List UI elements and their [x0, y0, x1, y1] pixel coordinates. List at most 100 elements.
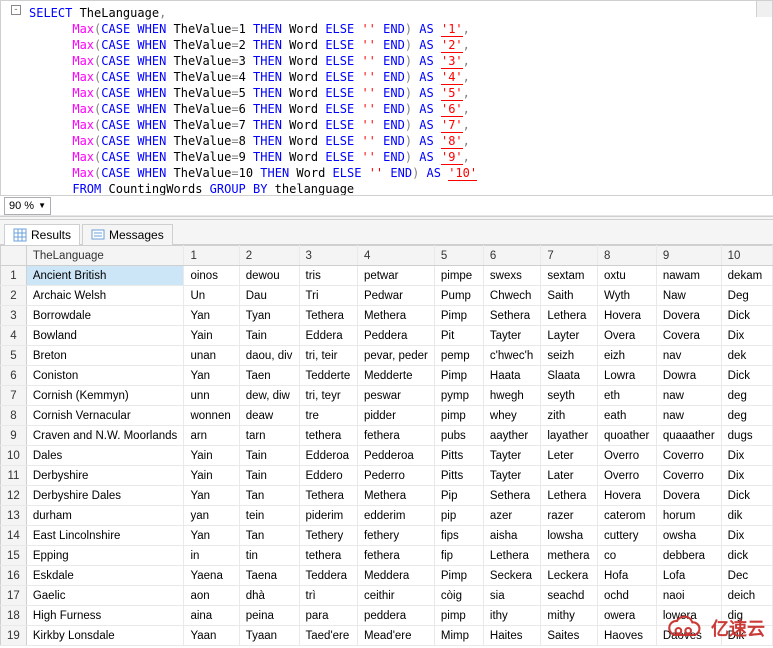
column-header-4[interactable]: 4 — [357, 246, 434, 266]
cell-value[interactable]: owsha — [656, 526, 721, 546]
cell-value[interactable]: Coverro — [656, 466, 721, 486]
cell-value[interactable]: cuttery — [597, 526, 656, 546]
cell-language[interactable]: Derbyshire Dales — [26, 486, 184, 506]
cell-value[interactable]: Pit — [434, 326, 483, 346]
cell-value[interactable]: ochd — [597, 586, 656, 606]
cell-value[interactable]: dik — [721, 506, 772, 526]
cell-value[interactable]: Slaata — [541, 366, 598, 386]
cell-value[interactable]: deg — [721, 386, 772, 406]
cell-value[interactable]: tre — [299, 406, 357, 426]
cell-value[interactable]: Dowra — [656, 366, 721, 386]
cell-value[interactable]: nav — [656, 346, 721, 366]
cell-language[interactable]: durham — [26, 506, 184, 526]
cell-value[interactable]: Eddera — [299, 326, 357, 346]
tab-messages[interactable]: Messages — [82, 224, 173, 245]
cell-value[interactable]: tethera — [299, 426, 357, 446]
table-row[interactable]: 14East LincolnshireYanTanTetheryfetheryf… — [1, 526, 773, 546]
cell-value[interactable]: sia — [483, 586, 540, 606]
cell-value[interactable]: Tyaan — [239, 626, 299, 646]
column-header-1[interactable]: 1 — [184, 246, 239, 266]
cell-language[interactable]: Cornish (Kemmyn) — [26, 386, 184, 406]
row-number[interactable]: 7 — [1, 386, 27, 406]
cell-value[interactable]: in — [184, 546, 239, 566]
cell-value[interactable]: trì — [299, 586, 357, 606]
sql-editor-pane[interactable]: - SELECT TheLanguage, Max(CASE WHEN TheV… — [0, 0, 773, 196]
cell-value[interactable]: Hovera — [597, 486, 656, 506]
cell-value[interactable]: Meddera — [357, 566, 434, 586]
tab-results[interactable]: Results — [4, 224, 80, 245]
cell-value[interactable]: edderim — [357, 506, 434, 526]
cell-value[interactable]: Lofa — [656, 566, 721, 586]
table-row[interactable]: 16EskdaleYaenaTaenaTedderaMedderaPimpSec… — [1, 566, 773, 586]
cell-value[interactable]: pidder — [357, 406, 434, 426]
cell-value[interactable]: Medderte — [357, 366, 434, 386]
cell-value[interactable]: pimpe — [434, 266, 483, 286]
cell-value[interactable]: Methera — [357, 306, 434, 326]
cell-value[interactable]: pymp — [434, 386, 483, 406]
row-number[interactable]: 15 — [1, 546, 27, 566]
cell-value[interactable]: Lethera — [541, 306, 598, 326]
cell-value[interactable]: aon — [184, 586, 239, 606]
cell-value[interactable]: hwegh — [483, 386, 540, 406]
cell-value[interactable]: Lethera — [541, 486, 598, 506]
cell-value[interactable]: Deg — [721, 286, 772, 306]
row-number[interactable]: 12 — [1, 486, 27, 506]
cell-value[interactable]: Hovera — [597, 306, 656, 326]
cell-value[interactable]: Mead'ere — [357, 626, 434, 646]
cell-value[interactable]: peddera — [357, 606, 434, 626]
cell-value[interactable]: Later — [541, 466, 598, 486]
cell-value[interactable]: Wyth — [597, 286, 656, 306]
cell-value[interactable]: piderim — [299, 506, 357, 526]
cell-value[interactable]: Dick — [721, 486, 772, 506]
cell-value[interactable]: methera — [541, 546, 598, 566]
column-header-7[interactable]: 7 — [541, 246, 598, 266]
cell-value[interactable]: Yaan — [184, 626, 239, 646]
table-row[interactable]: 5Bretonunandaou, divtri, teirpevar, pede… — [1, 346, 773, 366]
cell-language[interactable]: Gaelic — [26, 586, 184, 606]
cell-value[interactable]: Naw — [656, 286, 721, 306]
cell-value[interactable]: Pedwar — [357, 286, 434, 306]
cell-value[interactable]: c'hwec'h — [483, 346, 540, 366]
cell-value[interactable]: para — [299, 606, 357, 626]
cell-language[interactable]: High Furness — [26, 606, 184, 626]
cell-value[interactable]: dek — [721, 346, 772, 366]
cell-value[interactable]: Sethera — [483, 306, 540, 326]
cell-value[interactable]: Pimp — [434, 366, 483, 386]
cell-value[interactable]: Pip — [434, 486, 483, 506]
row-number[interactable]: 8 — [1, 406, 27, 426]
cell-language[interactable]: Coniston — [26, 366, 184, 386]
cell-value[interactable]: Haites — [483, 626, 540, 646]
row-number[interactable]: 10 — [1, 446, 27, 466]
row-number[interactable]: 13 — [1, 506, 27, 526]
cell-value[interactable]: seyth — [541, 386, 598, 406]
cell-value[interactable]: Dix — [721, 466, 772, 486]
cell-value[interactable]: dig — [721, 606, 772, 626]
cell-language[interactable]: Dales — [26, 446, 184, 466]
cell-value[interactable]: pubs — [434, 426, 483, 446]
column-header-3[interactable]: 3 — [299, 246, 357, 266]
cell-value[interactable]: Saites — [541, 626, 598, 646]
cell-value[interactable]: owera — [597, 606, 656, 626]
cell-value[interactable]: aina — [184, 606, 239, 626]
cell-value[interactable]: Saith — [541, 286, 598, 306]
cell-value[interactable]: horum — [656, 506, 721, 526]
cell-value[interactable]: arn — [184, 426, 239, 446]
table-row[interactable]: 17Gaelicaondhàtrìceithircòigsiaseachdoch… — [1, 586, 773, 606]
zoom-dropdown[interactable]: 90 % ▼ — [4, 197, 51, 215]
row-number[interactable]: 4 — [1, 326, 27, 346]
column-header-2[interactable]: 2 — [239, 246, 299, 266]
cell-value[interactable]: fips — [434, 526, 483, 546]
cell-value[interactable]: Tain — [239, 446, 299, 466]
cell-value[interactable]: pimp — [434, 406, 483, 426]
cell-value[interactable]: Tain — [239, 466, 299, 486]
cell-value[interactable]: Tedderte — [299, 366, 357, 386]
cell-value[interactable]: Dec — [721, 566, 772, 586]
table-row[interactable]: 2Archaic WelshUnDauTriPedwarPumpChwechSa… — [1, 286, 773, 306]
cell-value[interactable]: Pederro — [357, 466, 434, 486]
row-number[interactable]: 17 — [1, 586, 27, 606]
table-row[interactable]: 4BowlandYainTainEdderaPedderaPitTayterLa… — [1, 326, 773, 346]
cell-language[interactable]: East Lincolnshire — [26, 526, 184, 546]
cell-value[interactable]: Yan — [184, 306, 239, 326]
cell-value[interactable]: Eddero — [299, 466, 357, 486]
cell-value[interactable]: deg — [721, 406, 772, 426]
